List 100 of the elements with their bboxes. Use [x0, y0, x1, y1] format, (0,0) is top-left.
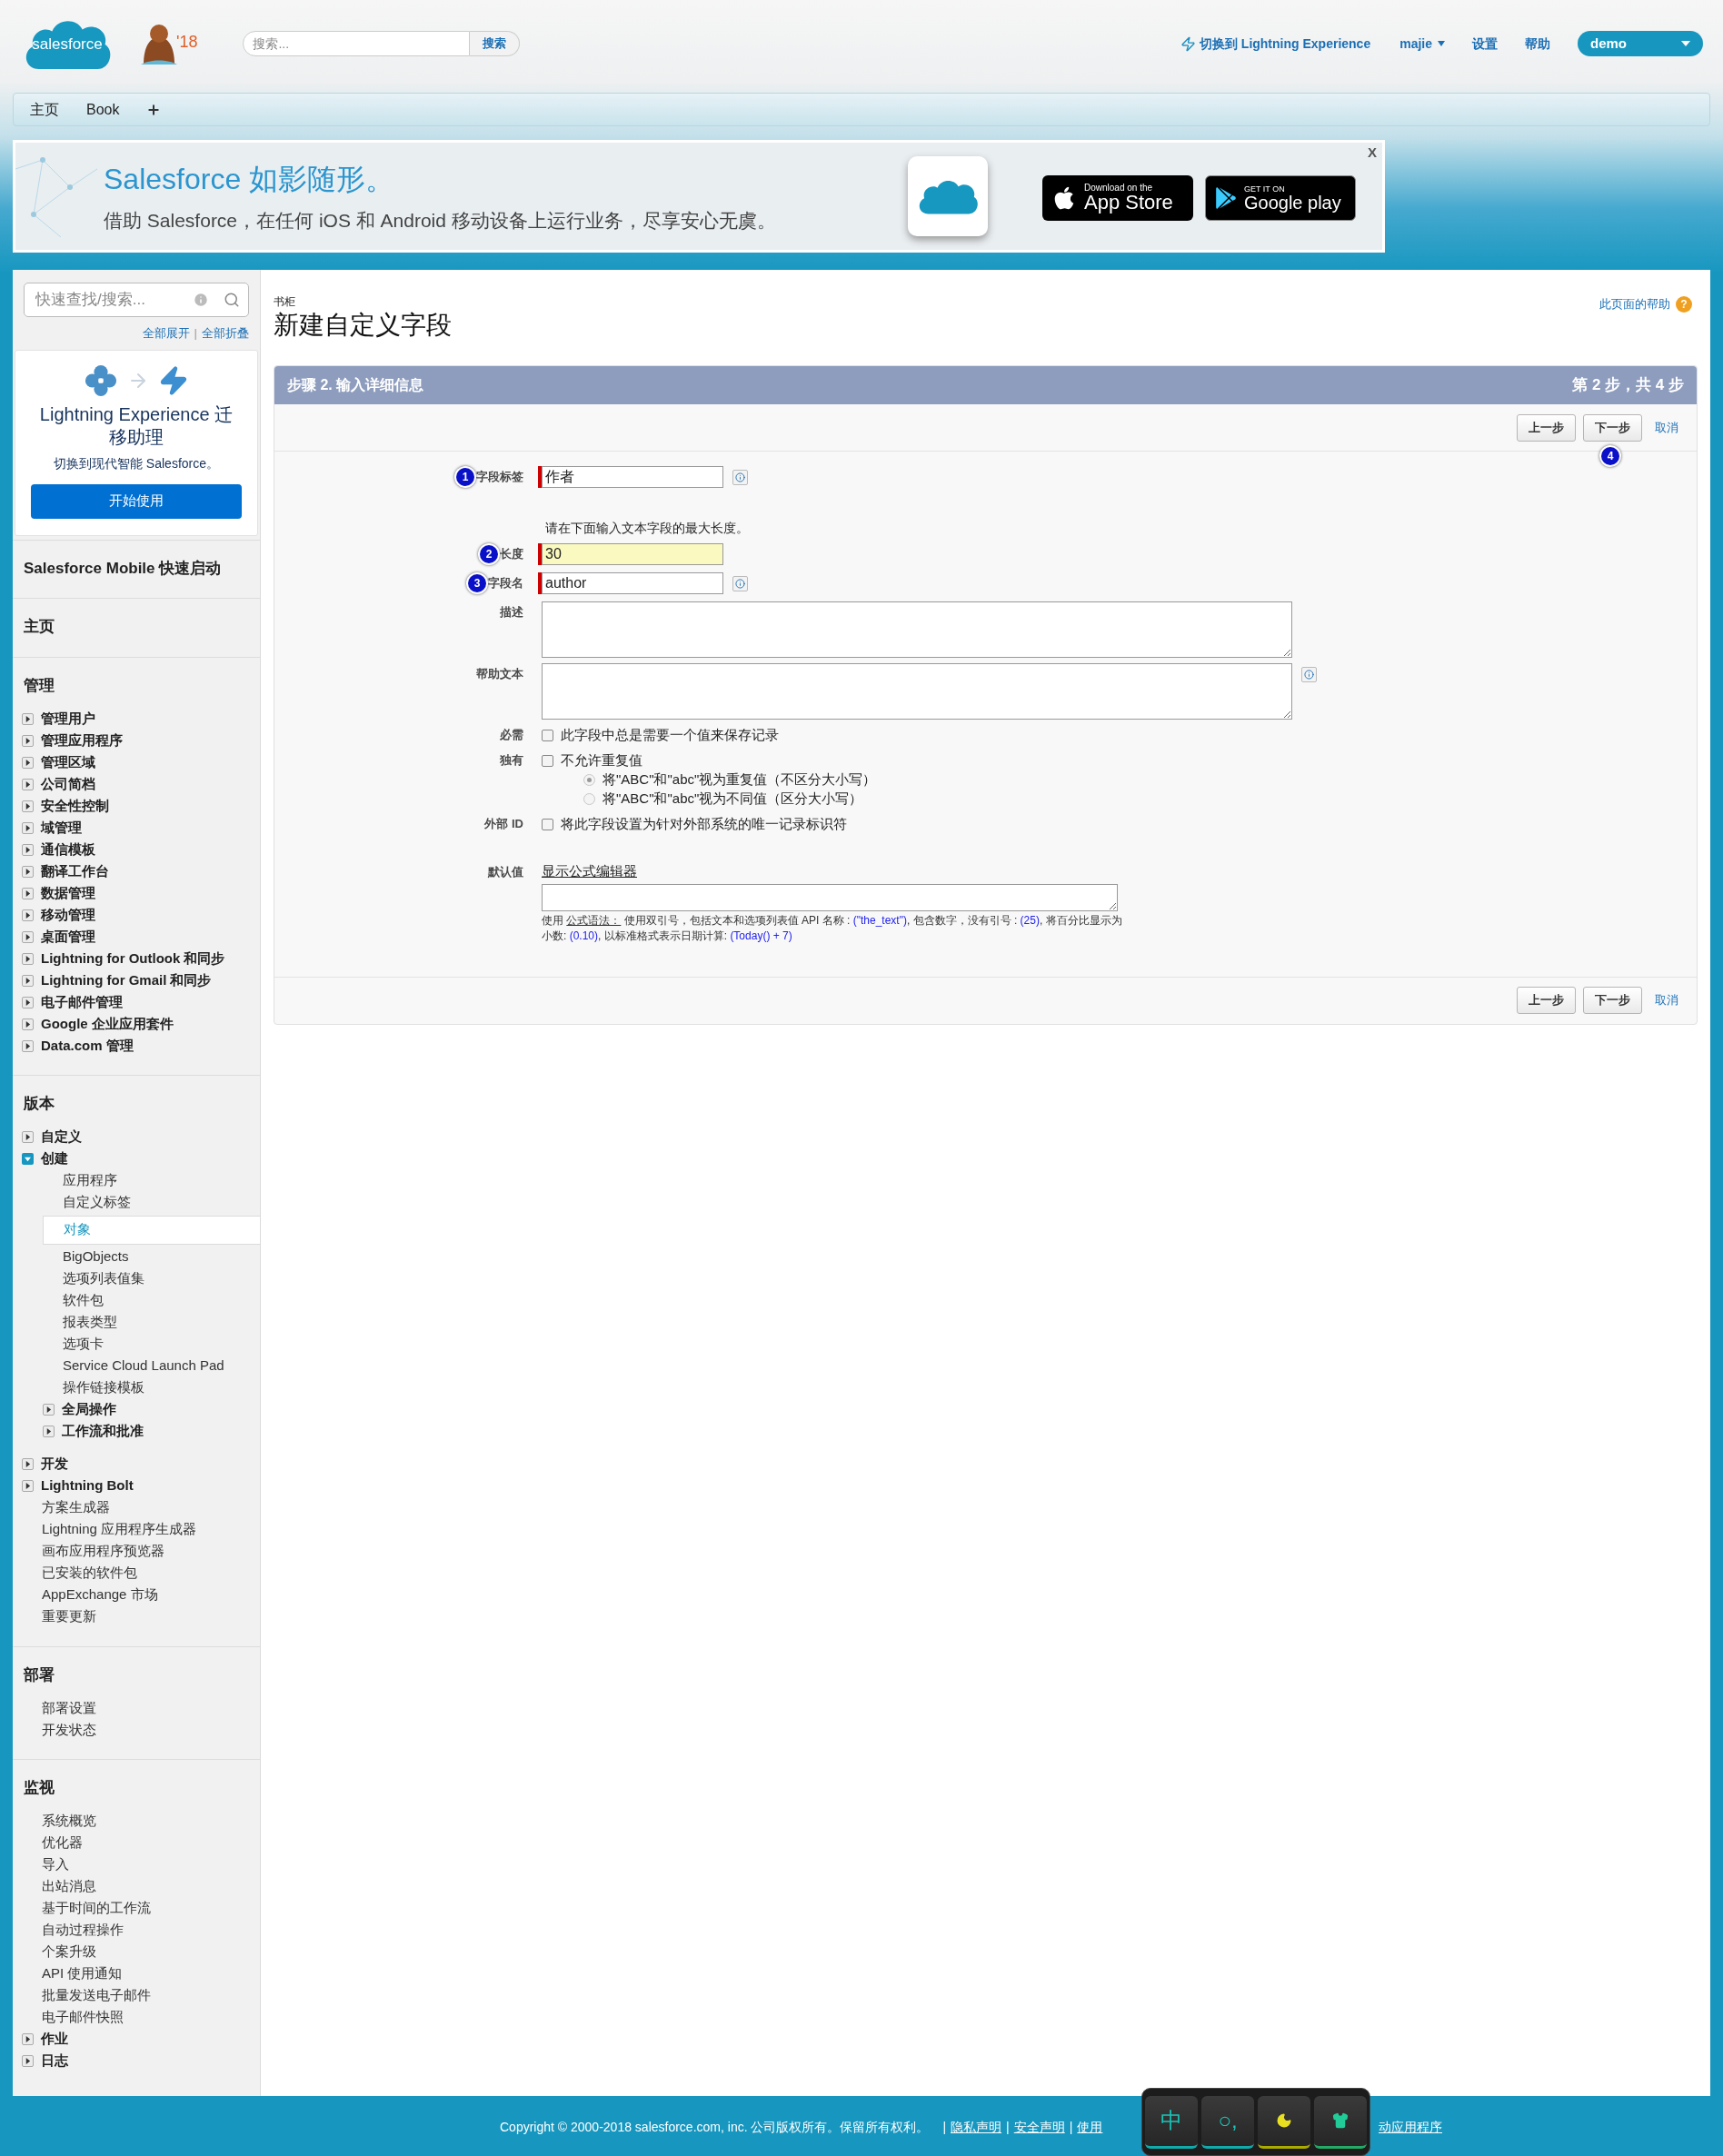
sidebar-folder[interactable]: Lightning for Outlook 和同步 — [41, 948, 225, 969]
sidebar-link[interactable]: 选项列表值集 — [63, 1268, 144, 1289]
sidebar-link[interactable]: 自定义标签 — [63, 1192, 131, 1213]
sidebar-folder[interactable]: 桌面管理 — [41, 926, 95, 948]
sidebar-link[interactable]: 自动过程操作 — [42, 1920, 124, 1941]
expand-icon[interactable] — [22, 952, 34, 965]
cancel-link[interactable]: 取消 — [1655, 991, 1678, 1009]
sidebar-folder[interactable]: 管理应用程序 — [41, 730, 123, 751]
sidebar-folder[interactable]: 日志 — [41, 2051, 68, 2072]
checkbox[interactable] — [542, 729, 553, 741]
sidebar-folder[interactable]: 翻译工作台 — [41, 860, 109, 882]
step-button[interactable]: 上一步 — [1517, 987, 1576, 1014]
sidebar-link[interactable]: AppExchange 市场 — [42, 1585, 158, 1605]
checkbox[interactable] — [542, 754, 553, 767]
app-store-badge[interactable]: Download on the App Store — [1042, 175, 1193, 221]
expand-icon[interactable] — [22, 1131, 34, 1143]
google-play-badge[interactable]: GET IT ON Google play — [1205, 175, 1356, 221]
expand-icon[interactable] — [22, 2033, 34, 2045]
sidebar-link[interactable]: 出站消息 — [42, 1876, 96, 1897]
caret-icon[interactable] — [1438, 41, 1445, 46]
expand-icon[interactable] — [22, 1480, 34, 1492]
sidebar-link[interactable]: 优化器 — [42, 1833, 83, 1853]
search-button[interactable]: 搜索 — [470, 31, 521, 56]
radio-button[interactable] — [583, 793, 595, 805]
sidebar-link[interactable]: 对象 — [64, 1219, 91, 1240]
checkbox[interactable] — [542, 818, 553, 830]
sidebar-link[interactable]: 画布应用程序预览器 — [42, 1541, 164, 1562]
formula-editor-link[interactable]: 显示公式编辑器 — [542, 861, 637, 882]
sidebar-link[interactable]: 系统概览 — [42, 1811, 96, 1832]
info-icon[interactable] — [732, 469, 748, 485]
collapse-all-link[interactable]: 全部折叠 — [202, 324, 249, 343]
expand-icon[interactable] — [43, 1404, 55, 1416]
close-button[interactable]: X — [1368, 143, 1377, 164]
text-area[interactable] — [542, 601, 1292, 658]
text-field[interactable]: 30 — [542, 543, 723, 565]
sidebar-link[interactable]: 电子邮件快照 — [42, 2007, 124, 2028]
caret-icon[interactable] — [1681, 41, 1690, 46]
sidebar-folder[interactable]: 管理区域 — [41, 751, 95, 773]
formula-syntax-link[interactable]: 公式语法： — [566, 913, 622, 927]
search-icon[interactable] — [224, 292, 240, 308]
nav-tab[interactable]: Book — [86, 98, 120, 121]
nav-tab[interactable]: 主页 — [30, 98, 59, 121]
expand-icon[interactable] — [22, 1458, 34, 1470]
step-button[interactable]: 下一步 — [1583, 413, 1642, 442]
sidebar-link[interactable]: 已安装的软件包 — [42, 1563, 137, 1584]
sidebar-link[interactable]: 重要更新 — [42, 1606, 96, 1627]
expand-all-link[interactable]: 全部展开 — [142, 324, 190, 343]
sidebar-link[interactable]: 导入 — [42, 1854, 69, 1875]
text-field[interactable]: author — [542, 572, 723, 594]
sidebar-folder[interactable]: 工作流和批准 — [62, 1421, 144, 1442]
expand-icon[interactable] — [22, 800, 34, 812]
sidebar-section-title[interactable]: 监视 — [13, 1779, 55, 1796]
sidebar-link[interactable]: API 使用通知 — [42, 1963, 123, 1984]
sidebar-folder[interactable]: 通信模板 — [41, 839, 95, 860]
info-icon[interactable] — [732, 575, 748, 591]
sidebar-folder[interactable]: 管理用户 — [41, 708, 95, 730]
sidebar-link[interactable]: 方案生成器 — [42, 1497, 110, 1518]
sidebar-folder[interactable]: Data.com 管理 — [41, 1035, 134, 1057]
sidebar-section-title[interactable]: 管理 — [13, 676, 55, 694]
sidebar-folder[interactable]: Lightning for Gmail 和同步 — [41, 969, 212, 991]
sidebar-link[interactable]: 软件包 — [63, 1290, 104, 1311]
sidebar-folder[interactable]: 作业 — [41, 2029, 68, 2050]
sidebar-link[interactable]: 批量发送电子邮件 — [42, 1985, 151, 2006]
step-button[interactable]: 下一步 — [1583, 987, 1642, 1014]
expand-icon[interactable] — [22, 909, 34, 921]
expand-icon[interactable] — [22, 734, 34, 747]
expand-icon[interactable] — [22, 996, 34, 1008]
get-started-button[interactable]: 开始使用 — [31, 483, 242, 519]
search-field[interactable]: 搜索... — [243, 31, 471, 56]
sidebar-folder[interactable]: Lightning Bolt — [41, 1475, 134, 1496]
sidebar-link[interactable]: 部署设置 — [42, 1697, 96, 1719]
text-area[interactable] — [542, 663, 1292, 720]
expand-icon[interactable] — [22, 1018, 34, 1030]
sidebar-link[interactable]: 选项卡 — [63, 1334, 104, 1355]
sidebar-folder[interactable]: 公司简档 — [41, 773, 95, 795]
expand-icon[interactable] — [22, 712, 34, 725]
default-value-field[interactable] — [542, 883, 1118, 911]
expand-icon[interactable] — [22, 974, 34, 987]
header-link[interactable]: 设置 — [1472, 34, 1498, 54]
text-field[interactable]: 作者 — [542, 466, 723, 488]
moon-icon[interactable] — [1258, 2095, 1310, 2149]
expand-icon[interactable] — [43, 1426, 55, 1437]
page-help-link[interactable]: 此页面的帮助 — [1599, 295, 1670, 313]
quick-find-field[interactable]: 快速查找/搜索... — [24, 283, 249, 317]
expand-icon[interactable] — [22, 1039, 34, 1052]
sidebar-folder[interactable]: 自定义 — [41, 1127, 82, 1148]
sidebar-section-title[interactable]: Salesforce Mobile 快速启动 — [13, 559, 222, 577]
sidebar-link[interactable]: BigObjects — [63, 1247, 129, 1267]
ime-key[interactable]: 中 — [1145, 2095, 1198, 2149]
sidebar-folder[interactable]: 安全性控制 — [41, 795, 109, 817]
sidebar-link[interactable]: 个案升级 — [42, 1942, 96, 1962]
sidebar-link[interactable]: 开发状态 — [42, 1719, 96, 1741]
sidebar-section-title[interactable]: 部署 — [13, 1665, 55, 1684]
expand-icon[interactable] — [22, 843, 34, 856]
sidebar-folder[interactable]: 移动管理 — [41, 904, 95, 926]
sidebar-folder[interactable]: 电子邮件管理 — [41, 991, 123, 1013]
info-icon[interactable] — [1301, 667, 1317, 682]
sidebar-section-title[interactable]: 版本 — [13, 1095, 55, 1112]
sidebar-folder[interactable]: Google 企业应用套件 — [41, 1013, 174, 1035]
expand-icon[interactable] — [22, 821, 34, 834]
